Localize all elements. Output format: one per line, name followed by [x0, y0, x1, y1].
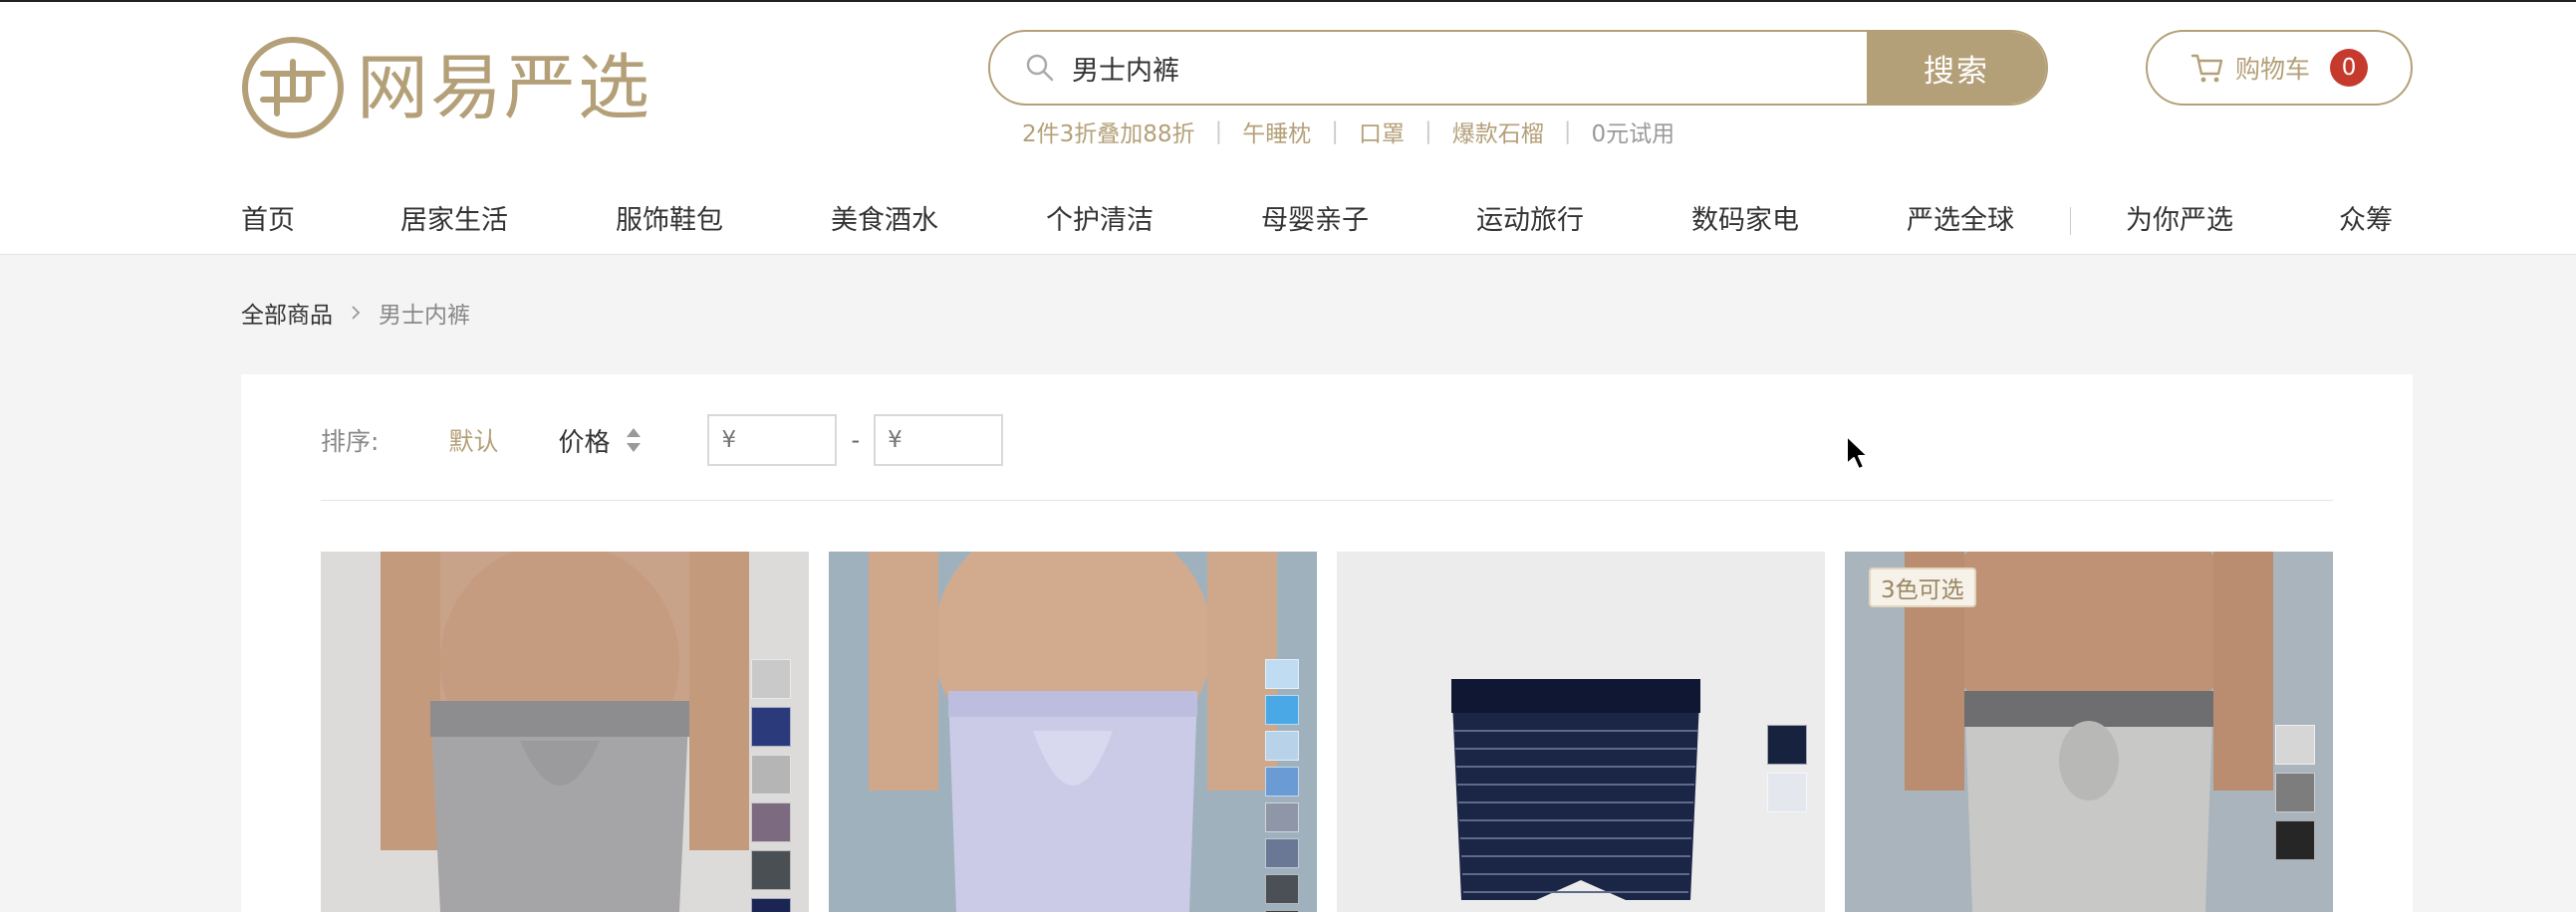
- color-swatch[interactable]: [751, 707, 791, 747]
- color-swatch[interactable]: [751, 850, 791, 890]
- nav-item-digital[interactable]: 数码家电: [1691, 197, 1799, 245]
- search-field: [990, 32, 1867, 104]
- color-swatch[interactable]: [1767, 725, 1807, 765]
- hot-search-item[interactable]: 口罩: [1359, 114, 1405, 148]
- color-swatches: [751, 659, 791, 912]
- product-image: [321, 552, 809, 912]
- color-swatch[interactable]: [751, 659, 791, 699]
- color-swatch[interactable]: [751, 898, 791, 912]
- color-options-tag: 3色可选: [1869, 568, 1976, 607]
- breadcrumb-root[interactable]: 全部商品: [241, 296, 333, 330]
- sort-default-option[interactable]: 默认: [448, 422, 498, 458]
- sort-price-label: 价格: [558, 427, 611, 458]
- nav-item-food[interactable]: 美食酒水: [831, 197, 938, 245]
- price-range-dash: -: [851, 426, 861, 454]
- logo-text: 网易严选: [357, 46, 652, 129]
- color-swatches: [2275, 725, 2315, 868]
- color-swatch[interactable]: [2275, 820, 2315, 860]
- hot-search-separator: |: [1214, 118, 1223, 144]
- color-swatch[interactable]: [2275, 725, 2315, 765]
- color-swatches: [1265, 659, 1299, 912]
- logo[interactable]: 网易严选: [241, 36, 651, 139]
- color-swatch[interactable]: [1265, 874, 1299, 904]
- main-nav: 首页 居家生活 服饰鞋包 美食酒水 个护清洁 母婴亲子 运动旅行 数码家电 严选…: [241, 197, 2413, 245]
- product-grid: 3色可选: [321, 552, 2333, 912]
- filter-divider: [321, 500, 2333, 501]
- cart-count-badge: 0: [2330, 49, 2369, 87]
- cart-button[interactable]: 购物车 0: [2146, 30, 2413, 106]
- product-image: [829, 552, 1317, 912]
- nav-item-home[interactable]: 首页: [241, 197, 295, 245]
- color-swatch[interactable]: [751, 755, 791, 795]
- cart-icon: [2190, 54, 2223, 83]
- color-swatch[interactable]: [1265, 767, 1299, 797]
- sort-price-option[interactable]: 价格: [558, 422, 644, 459]
- nav-item-home-living[interactable]: 居家生活: [400, 197, 508, 245]
- color-swatch[interactable]: [751, 802, 791, 842]
- header: 网易严选 搜索 2件3折叠加88折 | 午睡枕 | 口罩 | 爆款石榴 | 0元…: [0, 0, 2576, 255]
- color-swatch[interactable]: [1265, 802, 1299, 832]
- price-min-input[interactable]: [707, 414, 838, 466]
- hot-search-separator: |: [1331, 118, 1340, 144]
- product-panel: 排序: 默认 价格 -: [241, 374, 2413, 912]
- search-icon: [1026, 54, 1054, 82]
- nav-item-apparel[interactable]: 服饰鞋包: [616, 197, 723, 245]
- sort-filter-bar: 排序: 默认 价格 -: [321, 410, 1004, 470]
- color-swatch[interactable]: [1265, 731, 1299, 761]
- product-card[interactable]: [321, 552, 809, 912]
- breadcrumb: 全部商品 男士内裤: [241, 297, 470, 329]
- mouse-cursor-icon: [1846, 435, 1869, 470]
- sort-label: 排序:: [321, 427, 380, 456]
- hot-search-separator: |: [1424, 118, 1432, 144]
- hot-search-item[interactable]: 0元试用: [1592, 114, 1675, 148]
- cart-label: 购物车: [2235, 55, 2311, 84]
- logo-icon: [242, 37, 344, 138]
- product-card[interactable]: [829, 552, 1317, 912]
- color-swatch[interactable]: [2275, 773, 2315, 812]
- color-swatch[interactable]: [1265, 695, 1299, 725]
- nav-item-for-you[interactable]: 为你严选: [2126, 197, 2233, 245]
- color-swatch[interactable]: [1265, 838, 1299, 868]
- product-card[interactable]: [1337, 552, 1825, 912]
- search-input[interactable]: [1072, 52, 1769, 84]
- hot-searches: 2件3折叠加88折 | 午睡枕 | 口罩 | 爆款石榴 | 0元试用: [1022, 114, 1674, 149]
- hot-search-item[interactable]: 2件3折叠加88折: [1022, 114, 1195, 148]
- color-swatch[interactable]: [1767, 773, 1807, 812]
- breadcrumb-current: 男士内裤: [379, 303, 470, 329]
- chevron-right-icon: [352, 306, 361, 320]
- nav-item-personal-care[interactable]: 个护清洁: [1046, 197, 1154, 245]
- price-max-input[interactable]: [874, 414, 1004, 466]
- hot-search-separator: |: [1563, 118, 1572, 144]
- hot-search-item[interactable]: 爆款石榴: [1452, 114, 1544, 148]
- nav-item-global[interactable]: 严选全球: [1907, 197, 2014, 245]
- nav-item-sports[interactable]: 运动旅行: [1476, 197, 1584, 245]
- nav-divider: [2070, 207, 2071, 235]
- color-swatch[interactable]: [1265, 659, 1299, 689]
- nav-item-baby[interactable]: 母婴亲子: [1261, 197, 1369, 245]
- search-button[interactable]: 搜索: [1867, 32, 2046, 104]
- product-card[interactable]: 3色可选: [1845, 552, 2333, 912]
- sort-arrows-icon: [627, 428, 642, 452]
- nav-item-crowdfunding[interactable]: 众筹: [2339, 197, 2393, 245]
- hot-search-item[interactable]: 午睡枕: [1242, 114, 1311, 148]
- color-swatches: [1767, 725, 1807, 820]
- product-image: [1337, 552, 1825, 912]
- search-bar: 搜索: [988, 30, 2048, 106]
